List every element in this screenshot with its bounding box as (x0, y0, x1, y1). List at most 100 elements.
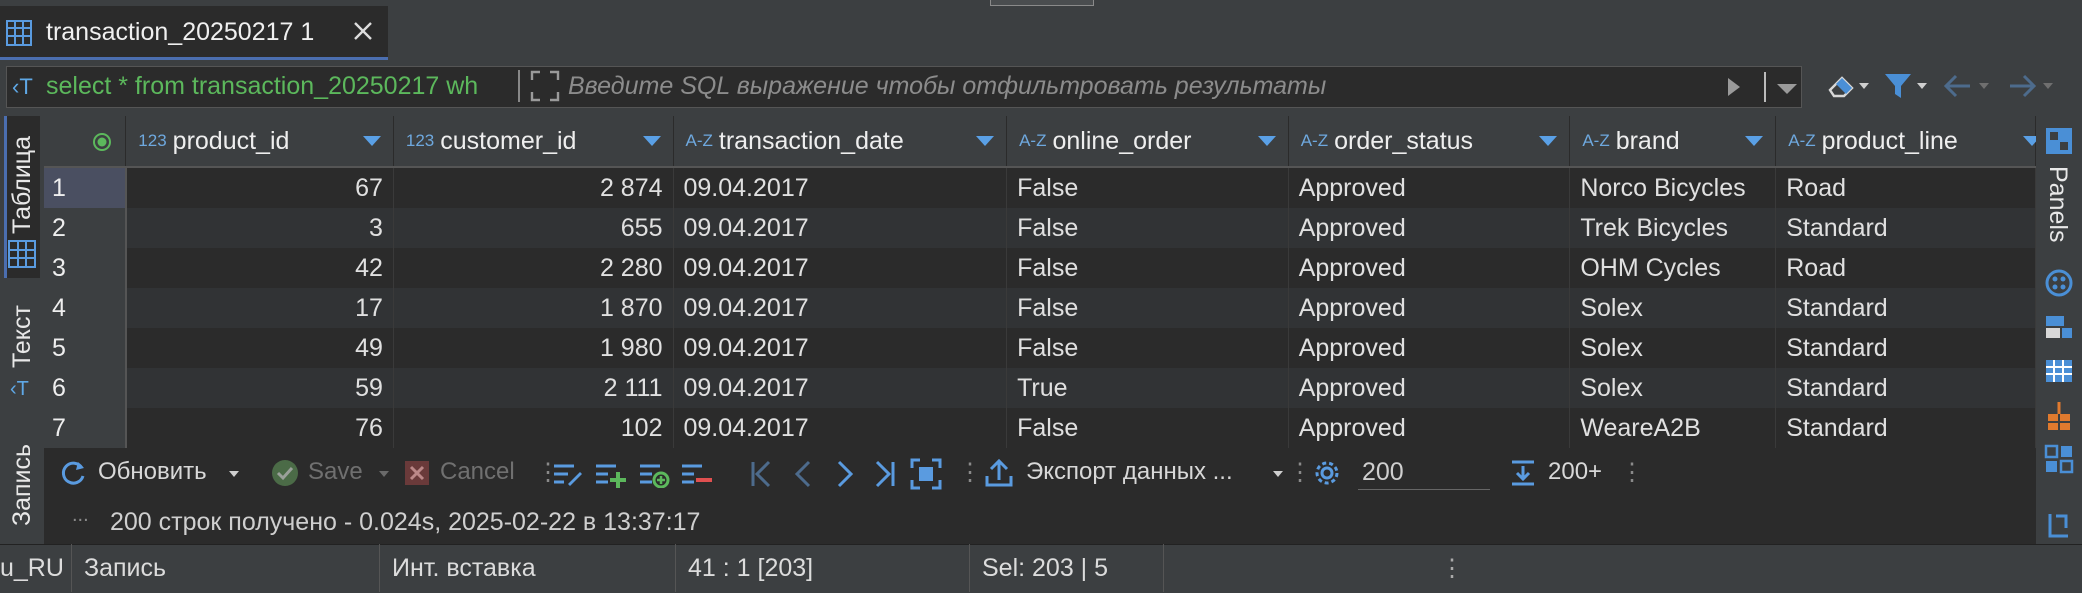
table-row[interactable]: 6 59 2 111 09.04.2017 True Approved Solex Stand… (44, 368, 2036, 408)
first-page-icon[interactable] (750, 460, 772, 488)
cell-product_line[interactable]: Road (1775, 167, 2036, 208)
locale-indicator[interactable]: u_RU (0, 544, 72, 592)
cell-transaction_date[interactable]: 09.04.2017 (673, 248, 1008, 288)
cell-customer_id[interactable]: 2 111 (393, 368, 674, 408)
row-number[interactable]: 1 (44, 167, 127, 208)
filter-icon[interactable] (1882, 70, 1914, 102)
save-button[interactable]: Save (308, 458, 363, 486)
back-icon[interactable] (1942, 70, 1974, 102)
previous-page-icon[interactable] (794, 460, 812, 488)
cell-transaction_date[interactable]: 09.04.2017 (673, 167, 1008, 208)
cell-order_status[interactable]: Approved (1288, 368, 1571, 408)
chevron-down-icon[interactable] (1916, 82, 1928, 90)
cell-online_order[interactable]: True (1006, 368, 1289, 408)
cell-order_status[interactable]: Approved (1288, 248, 1571, 288)
cell-product_id[interactable]: 76 (125, 408, 394, 448)
cell-order_status[interactable]: Approved (1288, 288, 1571, 328)
cancel-icon[interactable] (404, 460, 430, 486)
radio-icon[interactable] (92, 132, 112, 152)
cell-online_order[interactable]: False (1006, 248, 1289, 288)
cell-transaction_date[interactable]: 09.04.2017 (673, 208, 1008, 248)
expand-filter-icon[interactable] (530, 70, 560, 102)
tab-table-label[interactable]: Таблица (8, 136, 37, 234)
next-page-icon[interactable] (836, 460, 854, 488)
cell-order_status[interactable]: Approved (1288, 167, 1571, 208)
cell-product_id[interactable]: 42 (125, 248, 394, 288)
cell-product_id[interactable]: 59 (125, 368, 394, 408)
play-icon[interactable] (1726, 76, 1742, 98)
chevron-down-icon[interactable] (228, 470, 240, 478)
fetch-all-icon[interactable] (910, 458, 942, 490)
column-header-brand[interactable]: A-Z brand (1569, 116, 1777, 168)
column-header-customer_id[interactable]: 123 customer_id (393, 116, 674, 168)
insert-mode-indicator[interactable]: Инт. вставка (380, 544, 676, 592)
refresh-button[interactable]: Обновить (98, 458, 207, 486)
cell-brand[interactable]: WeareA2B (1569, 408, 1777, 448)
grid-settings-icon[interactable] (2044, 356, 2074, 386)
cell-product_line[interactable]: Standard (1775, 408, 2036, 448)
row-number[interactable]: 4 (44, 288, 127, 328)
column-header-online_order[interactable]: A-Z online_order (1006, 116, 1289, 168)
cell-order_status[interactable]: Approved (1288, 328, 1571, 368)
status-bar-menu-icon[interactable]: ⋮ (1440, 554, 1464, 583)
edit-row-icon[interactable] (552, 460, 584, 488)
add-row-icon[interactable] (594, 460, 626, 488)
cell-product_id[interactable]: 49 (125, 328, 394, 368)
close-icon[interactable] (352, 20, 374, 42)
cell-product_id[interactable]: 67 (125, 167, 394, 208)
cell-transaction_date[interactable]: 09.04.2017 (673, 288, 1008, 328)
row-number[interactable]: 5 (44, 328, 127, 368)
column-header-product_id[interactable]: 123 product_id (125, 116, 394, 168)
references-icon[interactable] (2044, 444, 2074, 474)
cancel-button[interactable]: Cancel (440, 458, 515, 486)
cell-brand[interactable]: Solex (1569, 368, 1777, 408)
cell-product_line[interactable]: Standard (1775, 208, 2036, 248)
cell-online_order[interactable]: False (1006, 208, 1289, 248)
chevron-down-icon[interactable] (378, 470, 390, 478)
forward-icon[interactable] (2006, 70, 2038, 102)
history-dropdown-icon[interactable] (1776, 82, 1798, 96)
cell-customer_id[interactable]: 2 874 (393, 167, 674, 208)
cell-brand[interactable]: Trek Bicycles (1569, 208, 1777, 248)
panels-icon[interactable] (2044, 126, 2074, 156)
last-page-icon[interactable] (874, 460, 896, 488)
row-number[interactable]: 7 (44, 408, 127, 448)
table-row[interactable]: 4 17 1 870 09.04.2017 False Approved Solex Stan… (44, 288, 2036, 328)
table-row[interactable]: 2 3 655 09.04.2017 False Approved Trek Bicycle… (44, 208, 2036, 248)
check-icon[interactable] (270, 458, 300, 488)
cell-product_line[interactable]: Standard (1775, 288, 2036, 328)
panels-label[interactable]: Panels (2043, 166, 2072, 242)
row-number[interactable]: 2 (44, 208, 127, 248)
cell-order_status[interactable]: Approved (1288, 408, 1571, 448)
cell-online_order[interactable]: False (1006, 167, 1289, 208)
cell-product_line[interactable]: Road (1775, 248, 2036, 288)
row-number[interactable]: 6 (44, 368, 127, 408)
cell-online_order[interactable]: False (1006, 328, 1289, 368)
text-view-icon[interactable]: ‹T (10, 378, 29, 401)
export-button[interactable]: Экспорт данных ... (1026, 458, 1233, 486)
row-number[interactable]: 3 (44, 248, 127, 288)
cell-brand[interactable]: Norco Bicycles (1569, 167, 1777, 208)
sort-icon[interactable] (1745, 136, 1764, 146)
duplicate-row-icon[interactable] (638, 460, 670, 488)
cell-customer_id[interactable]: 1 980 (393, 328, 674, 368)
cell-online_order[interactable]: False (1006, 408, 1289, 448)
tab-record[interactable]: Запись (8, 444, 37, 526)
layout-icon[interactable] (2044, 312, 2074, 342)
fetch-size-input[interactable]: 200 (1358, 454, 1490, 490)
gear-icon[interactable] (1312, 458, 1342, 488)
table-row[interactable]: 5 49 1 980 09.04.2017 False Approved Solex Stan… (44, 328, 2036, 368)
chart-icon[interactable] (2044, 400, 2074, 432)
cell-product_id[interactable]: 17 (125, 288, 394, 328)
eraser-icon[interactable] (1826, 70, 1858, 102)
sql-query-text[interactable]: select * from transaction_20250217 wh (46, 72, 512, 101)
table-row[interactable]: 3 42 2 280 09.04.2017 False Approved OHM Cycle… (44, 248, 2036, 288)
column-header-order_status[interactable]: A-Z order_status (1288, 116, 1571, 168)
chevron-down-icon[interactable] (1978, 82, 1990, 90)
sort-icon[interactable] (2023, 136, 2036, 146)
cell-customer_id[interactable]: 1 870 (393, 288, 674, 328)
cell-product_line[interactable]: Standard (1775, 328, 2036, 368)
chevron-down-icon[interactable] (1858, 82, 1870, 90)
cell-transaction_date[interactable]: 09.04.2017 (673, 328, 1008, 368)
cell-customer_id[interactable]: 655 (393, 208, 674, 248)
